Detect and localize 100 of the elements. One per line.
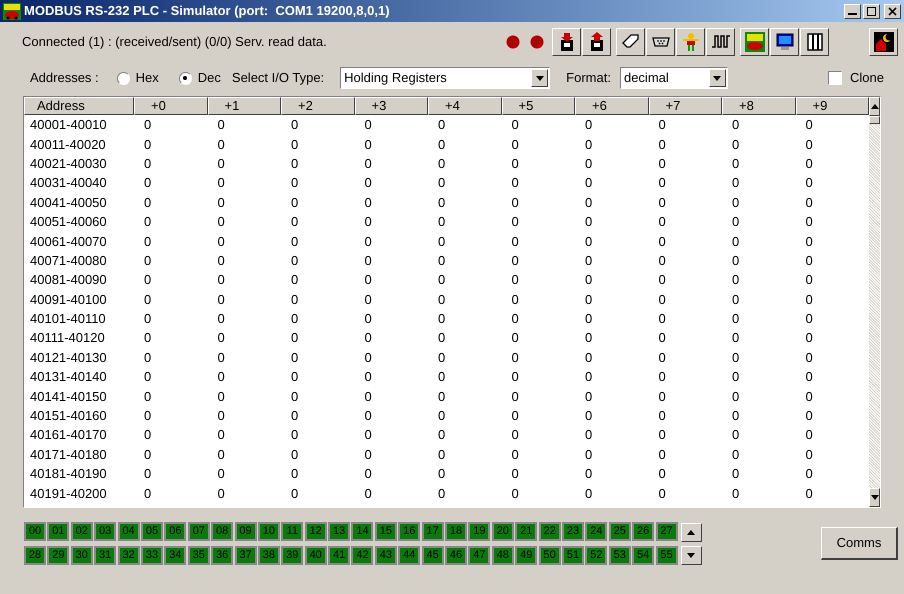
coil-indicator[interactable]: 45 [422,546,444,565]
scroll-up-button[interactable] [680,522,702,542]
column-header[interactable]: +1 [208,97,281,115]
coil-indicator[interactable]: 33 [140,546,163,565]
coil-indicator[interactable]: 17 [422,522,444,541]
column-header[interactable]: +3 [354,97,428,115]
comms-button[interactable]: Comms [821,527,898,560]
close-button[interactable] [884,4,901,18]
toolbar-button[interactable] [800,28,829,56]
coil-indicator[interactable]: 41 [328,546,350,565]
coil-indicator[interactable]: 18 [445,522,468,541]
format-dropdown[interactable]: decimal [620,67,728,89]
coil-indicator[interactable]: 29 [47,546,70,565]
coil-indicator[interactable]: 16 [398,522,420,541]
coil-indicator[interactable]: 35 [188,546,210,565]
coil-indicator[interactable]: 51 [562,546,584,565]
minimize-button[interactable] [844,4,861,18]
coil-indicator[interactable]: 38 [258,546,280,565]
coil-indicator[interactable]: 13 [328,522,350,541]
io-type-dropdown[interactable]: Holding Registers [340,67,550,89]
scroll-up-button[interactable] [869,97,880,116]
coil-indicator[interactable]: 42 [351,546,374,565]
toolbar-button[interactable] [706,28,735,56]
coil-indicator[interactable]: 44 [398,546,420,565]
coil-indicator[interactable]: 27 [656,522,678,541]
column-header[interactable]: +6 [575,97,648,115]
coil-indicator[interactable]: 47 [468,546,490,565]
coil-indicator[interactable]: 11 [281,522,304,541]
coil-indicator[interactable]: 14 [351,522,374,541]
coil-indicator[interactable]: 52 [585,546,608,565]
coil-indicator[interactable]: 01 [47,522,70,541]
coil-indicator[interactable]: 00 [24,522,46,541]
toolbar-button[interactable] [869,28,898,56]
coil-indicator[interactable]: 48 [492,546,514,565]
scroll-down-button[interactable] [869,488,880,507]
coil-indicator[interactable]: 15 [374,522,397,541]
coil-indicator[interactable]: 37 [234,546,257,565]
coil-indicator[interactable]: 12 [304,522,327,541]
column-header[interactable]: +9 [796,97,869,115]
coil-indicator[interactable]: 05 [140,522,163,541]
coil-indicator[interactable]: 28 [24,546,46,565]
radio-button[interactable] [116,72,130,84]
column-header[interactable]: +2 [281,97,354,115]
column-header[interactable]: +7 [648,97,722,115]
toolbar-button[interactable] [552,28,581,56]
coil-indicator[interactable]: 43 [374,546,397,565]
address-cell-text: 40181-40190 [29,467,108,480]
radio-option[interactable]: Hex [116,68,159,88]
coil-indicator[interactable]: 08 [211,522,234,541]
coil-indicator[interactable]: 49 [515,546,538,565]
coil-indicator[interactable]: 32 [118,546,140,565]
coil-indicator[interactable]: 36 [211,546,234,565]
toolbar-button[interactable] [676,28,705,56]
scroll-down-button[interactable] [680,546,702,564]
coil-indicator[interactable]: 04 [118,522,140,541]
coil-indicator[interactable]: 25 [608,522,631,541]
toolbar-button[interactable] [582,28,611,56]
coil-indicator[interactable]: 21 [515,522,538,541]
maximize-button[interactable] [863,4,880,18]
radio-option[interactable]: Dec [178,68,221,88]
column-header[interactable]: Address [24,97,134,115]
coil-indicator[interactable]: 03 [94,522,116,541]
column-header[interactable]: +0 [134,97,208,115]
toolbar-button[interactable] [770,28,799,56]
column-header[interactable]: +5 [502,97,575,115]
coil-indicator[interactable]: 46 [445,546,468,565]
coil-indicator[interactable]: 24 [585,522,608,541]
table-cell-text: 0 [804,273,814,286]
coil-indicator[interactable]: 39 [281,546,304,565]
coil-indicator[interactable]: 09 [234,522,257,541]
coil-indicator[interactable]: 06 [164,522,186,541]
vertical-scrollbar[interactable] [869,97,880,507]
table-cell-text: 0 [510,138,520,151]
coil-indicator[interactable]: 20 [492,522,514,541]
toolbar-button[interactable] [740,28,769,56]
radio-button[interactable] [178,72,192,84]
checkbox[interactable] [828,71,842,85]
dropdown-button[interactable] [531,69,548,87]
toolbar-button[interactable] [616,28,645,56]
coil-indicator[interactable]: 31 [94,546,116,565]
coil-indicator[interactable]: 34 [164,546,186,565]
coil-indicator[interactable]: 40 [304,546,327,565]
coil-indicator[interactable]: 22 [538,522,561,541]
coil-indicator[interactable]: 10 [258,522,280,541]
toolbar-button[interactable] [646,28,675,56]
coil-indicator[interactable]: 23 [562,522,584,541]
coil-indicator[interactable]: 19 [468,522,490,541]
coil-indicator[interactable]: 26 [632,522,654,541]
coil-indicator[interactable]: 07 [188,522,210,541]
dropdown-button[interactable] [708,69,726,87]
coil-indicator[interactable]: 54 [632,546,654,565]
coil-indicator[interactable]: 30 [70,546,93,565]
coil-indicator[interactable]: 02 [70,522,93,541]
coil-indicator[interactable]: 53 [608,546,631,565]
clone-checkbox-option[interactable]: Clone [828,68,884,88]
coil-indicator[interactable]: 55 [656,546,678,565]
scroll-thumb[interactable] [869,116,880,124]
coil-indicator[interactable]: 50 [538,546,561,565]
column-header[interactable]: +8 [722,97,796,115]
column-header[interactable]: +4 [428,97,502,115]
